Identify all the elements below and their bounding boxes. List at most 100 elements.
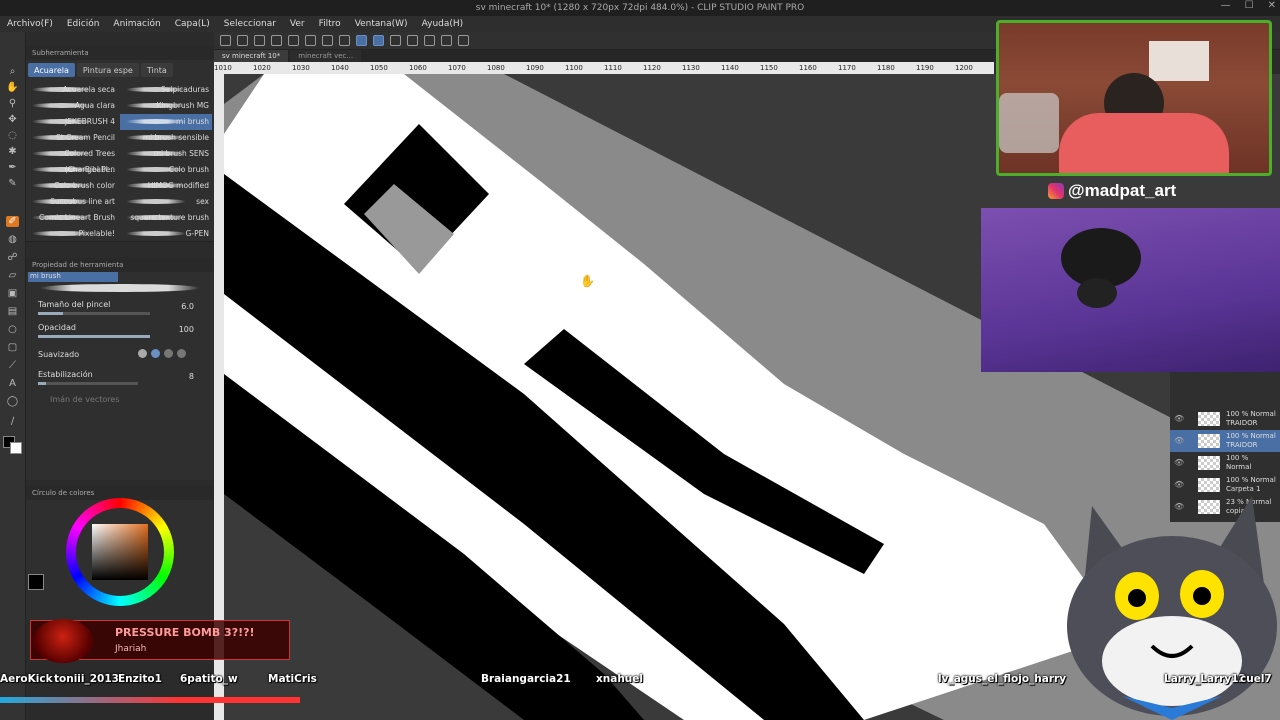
menu-archivo[interactable]: Archivo(F) <box>0 16 60 32</box>
new-file-icon[interactable] <box>220 35 231 46</box>
opacity-slider[interactable] <box>38 335 150 338</box>
save-icon[interactable] <box>254 35 265 46</box>
eye-icon[interactable]: 👁 <box>1174 436 1184 445</box>
brush-item[interactable]: HIMOG modified <box>120 178 212 194</box>
saturation-value-square[interactable] <box>92 524 148 580</box>
brush-item[interactable]: mi brush sensible <box>120 130 212 146</box>
flip-icon[interactable] <box>424 35 435 46</box>
brush-item[interactable]: square texture brush <box>120 210 212 226</box>
brush-item[interactable]: Acuarela seca <box>26 82 118 98</box>
transform-icon[interactable] <box>339 35 350 46</box>
crop-icon[interactable] <box>407 35 418 46</box>
menu-seleccionar[interactable]: Seleccionar <box>217 16 283 32</box>
pen-icon[interactable]: ✒ <box>6 162 19 173</box>
menu-edicion[interactable]: Edición <box>60 16 107 32</box>
menu-filtro[interactable]: Filtro <box>312 16 348 32</box>
minimize-button[interactable]: — <box>1221 0 1231 16</box>
brush-label: mi brush <box>175 117 209 126</box>
maximize-button[interactable]: ☐ <box>1245 0 1254 16</box>
airbrush-icon[interactable]: ◍ <box>6 234 19 245</box>
brush-mode-icon[interactable] <box>356 35 367 46</box>
stabilization-value[interactable]: 8 <box>189 372 194 381</box>
eyedropper-icon[interactable]: ⚲ <box>6 98 19 109</box>
brush-tool-icon[interactable]: ✐ <box>6 216 19 227</box>
menu-ventana[interactable]: Ventana(W) <box>348 16 415 32</box>
smoothing-options[interactable] <box>138 349 190 360</box>
brush-item[interactable]: mi brush SENS <box>120 146 212 162</box>
pencil-icon[interactable]: ✎ <box>6 178 19 189</box>
brush-item[interactable]: mi brush <box>120 114 212 130</box>
menu-capa[interactable]: Capa(L) <box>168 16 217 32</box>
stabilization-slider[interactable] <box>38 382 138 385</box>
brush-item[interactable]: Colo brush color <box>26 178 118 194</box>
horizontal-ruler: 1010 1020 1030 1040 1050 1060 1070 1080 1090 1100… <box>214 62 994 74</box>
brush-item[interactable]: Salpicaduras <box>120 82 212 98</box>
zoom-icon[interactable]: ⌕ <box>6 66 19 77</box>
rotate-icon[interactable] <box>441 35 452 46</box>
brush-item[interactable]: G-PEN <box>120 226 212 242</box>
tab-sv-minecraft[interactable]: sv minecraft 10* <box>214 50 289 62</box>
move-icon[interactable]: ✥ <box>6 114 19 125</box>
menu-animacion[interactable]: Animación <box>106 16 167 32</box>
eraser-icon[interactable]: ▱ <box>6 270 19 281</box>
brush-size-slider[interactable] <box>38 312 150 315</box>
stabilization-row: Estabilización 8 <box>38 370 208 385</box>
brush-item[interactable]: JEKEBRUSH 4 <box>26 114 118 130</box>
blend-icon[interactable]: ☍ <box>6 252 19 263</box>
brush-item[interactable]: St Cream Pencil <box>26 130 118 146</box>
redo-icon[interactable] <box>288 35 299 46</box>
tab-acuarela[interactable]: Acuarela <box>28 63 75 77</box>
brush-row: JEKEBRUSH 4 mi brush <box>26 114 214 130</box>
brush-item[interactable]: Succubus line art <box>26 194 118 210</box>
balloon-icon[interactable]: ◯ <box>6 396 19 407</box>
current-color-swatch[interactable] <box>28 574 44 590</box>
layer-row[interactable]: 👁 100 % Normal TRAIDOR <box>1170 408 1280 430</box>
viewer-name: xnahuel <box>596 673 644 685</box>
undo-icon[interactable] <box>271 35 282 46</box>
brush-item[interactable]: Colored Trees (Changeabl... <box>26 146 118 174</box>
gradient-icon[interactable]: ▤ <box>6 306 19 317</box>
brush-size-value[interactable]: 6.0 <box>181 302 194 311</box>
eye-icon[interactable]: 👁 <box>1174 414 1184 423</box>
clear-icon[interactable] <box>305 35 316 46</box>
brush-label: mi brush SENS <box>153 149 209 158</box>
ruler-tick: 1100 <box>565 64 583 72</box>
tab-minecraft-vec[interactable]: minecraft vec... <box>290 50 362 62</box>
fill-icon[interactable] <box>322 35 333 46</box>
eye-icon[interactable]: 👁 <box>1174 458 1184 467</box>
menu-ver[interactable]: Ver <box>283 16 312 32</box>
layer-blend: 100 % Normal <box>1226 410 1276 418</box>
fill-tool-icon[interactable]: ▣ <box>6 288 19 299</box>
close-button[interactable]: ✕ <box>1268 0 1276 16</box>
brush-row: Agua clara Kingbrush MG <box>26 98 214 114</box>
text-icon[interactable]: A <box>6 378 19 389</box>
open-file-icon[interactable] <box>237 35 248 46</box>
magic-wand-icon[interactable]: ✱ <box>6 146 19 157</box>
tab-tinta[interactable]: Tinta <box>140 63 173 77</box>
sub-color-swatch[interactable] <box>10 442 22 454</box>
ruler-tool-icon[interactable]: ⟋ <box>6 360 19 371</box>
hand-tool-icon[interactable]: ✋ <box>6 82 19 93</box>
brush-item[interactable]: Kingbrush MG <box>120 98 212 114</box>
brush-item[interactable]: sex <box>120 194 212 210</box>
opacity-value[interactable]: 100 <box>179 325 194 334</box>
layer-row[interactable]: 👁 100 % Normal TRAIDOR <box>1170 430 1280 452</box>
menu-ayuda[interactable]: Ayuda(H) <box>415 16 471 32</box>
lasso-icon[interactable]: ◌ <box>6 130 19 141</box>
brush-item[interactable]: Pixelable! <box>26 226 118 242</box>
shape-icon[interactable]: ○ <box>6 324 19 335</box>
tab-pintura[interactable]: Pintura espe <box>76 63 139 77</box>
brush-item[interactable]: Bibi Pen <box>26 162 118 178</box>
brush-item[interactable]: Agua clara <box>26 98 118 114</box>
brush-item[interactable]: Colo brush <box>120 162 212 178</box>
brush-item[interactable]: Comic Lineart Brush <box>26 210 118 226</box>
frame-icon[interactable]: ▢ <box>6 342 19 353</box>
alert-title: PRESSURE BOMB 3?!?! <box>115 626 255 639</box>
ruler-tick: 1050 <box>370 64 388 72</box>
ruler-tick: 1030 <box>292 64 310 72</box>
ruler-icon[interactable] <box>458 35 469 46</box>
snap-icon[interactable] <box>390 35 401 46</box>
correct-line-icon[interactable]: ∕ <box>6 416 19 427</box>
vector-mode-icon[interactable] <box>373 35 384 46</box>
layer-row[interactable]: 👁 100 % Normal <box>1170 452 1280 474</box>
